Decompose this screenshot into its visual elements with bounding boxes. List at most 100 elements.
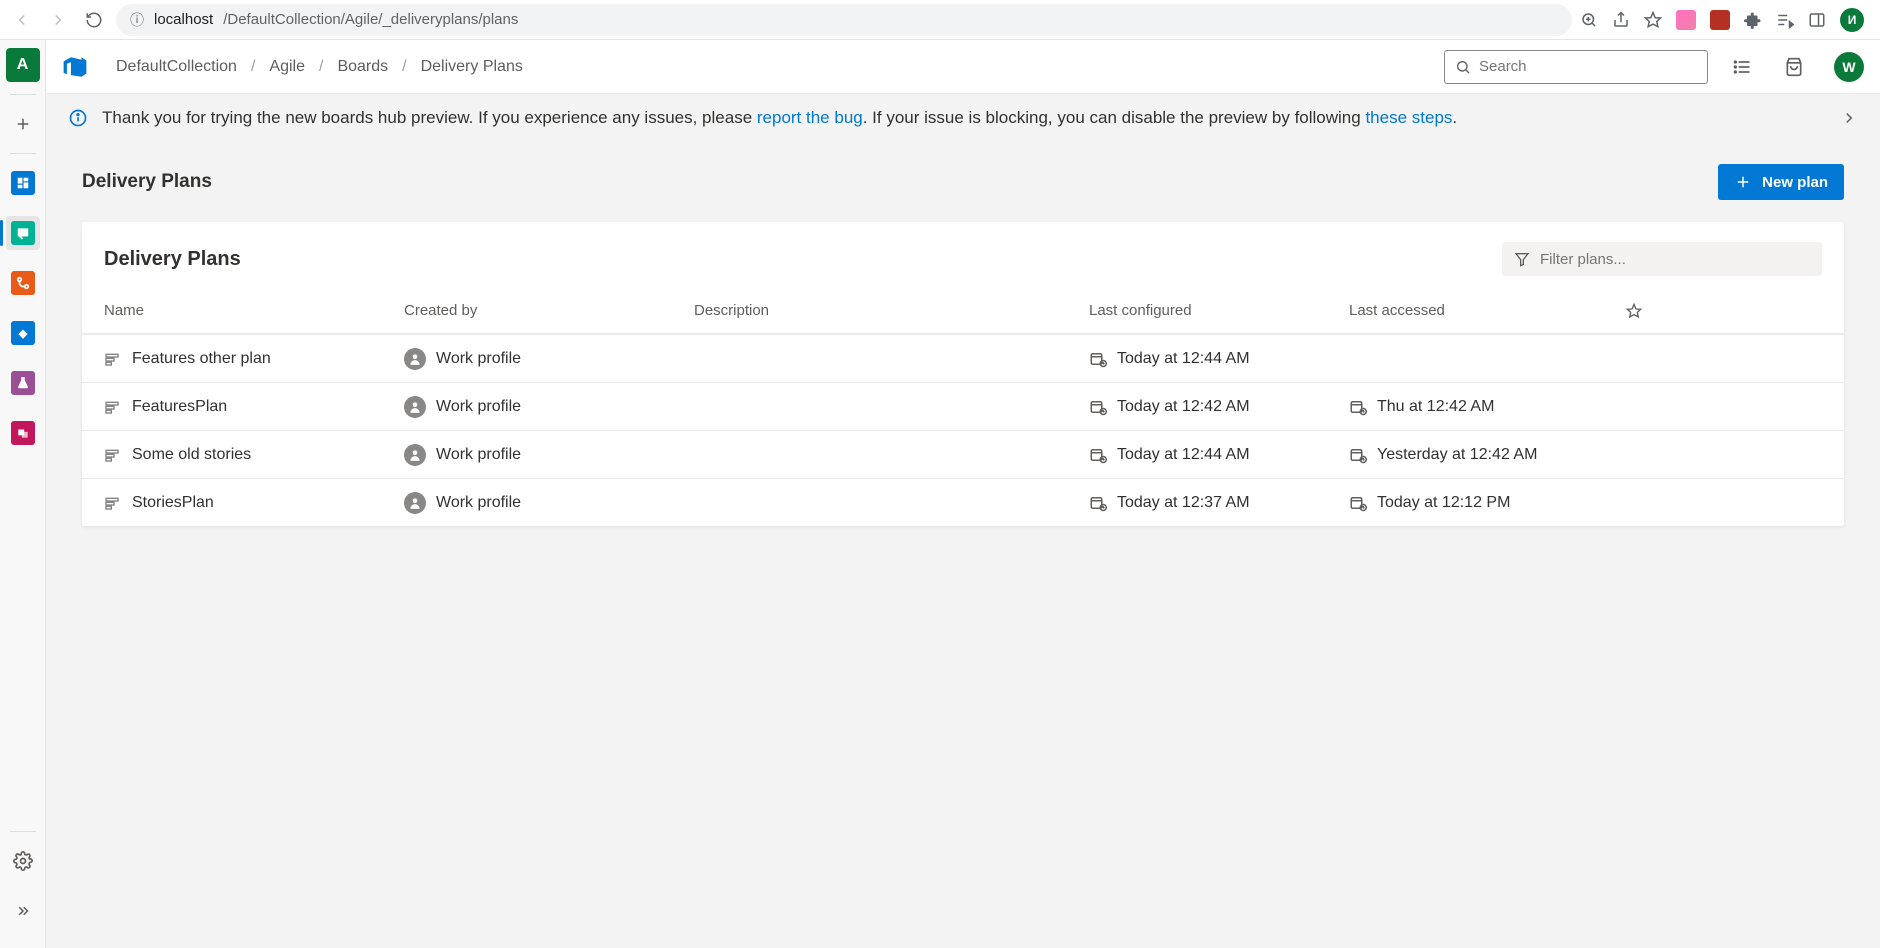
bookmark-star-icon[interactable] [1644,11,1662,29]
plan-icon [104,495,120,511]
plan-icon [104,447,120,463]
col-header-favorite[interactable] [1609,303,1659,319]
breadcrumb-separator: / [251,58,255,76]
plan-icon [104,351,120,367]
gear-icon [13,851,33,871]
reload-button[interactable] [80,6,108,34]
zoom-icon[interactable] [1580,11,1598,29]
sidebar-item-artifacts[interactable] [6,416,40,450]
table-header-row: Name Created by Description Last configu… [82,288,1844,334]
user-avatar[interactable]: W [1834,52,1864,82]
search-box[interactable] [1444,50,1708,84]
new-plan-label: New plan [1762,174,1828,191]
col-header-name[interactable]: Name [104,302,404,319]
these-steps-link[interactable]: these steps [1365,108,1452,127]
sidebar-item-repos[interactable] [6,266,40,300]
table-row[interactable]: FeaturesPlanWork profileToday at 12:42 A… [82,382,1844,430]
announcement-bar: Thank you for trying the new boards hub … [46,94,1880,142]
filter-icon [1514,251,1530,267]
table-row[interactable]: Features other planWork profileToday at … [82,334,1844,382]
col-header-description[interactable]: Description [694,302,1089,319]
person-avatar-icon [404,396,426,418]
sidebar-project-badge[interactable]: A [6,48,40,82]
pipelines-icon [16,326,30,340]
announcement-next-button[interactable] [1840,109,1858,127]
plans-card: Delivery Plans Name Created by Descripti… [82,222,1844,526]
plan-name: Some old stories [132,446,251,464]
breadcrumb-item[interactable]: Agile [269,58,305,76]
breadcrumb-item[interactable]: DefaultCollection [116,58,237,76]
person-avatar-icon [404,348,426,370]
calendar-icon [1349,494,1367,512]
address-bar[interactable]: ⓘ localhost/DefaultCollection/Agile/_del… [116,4,1572,36]
table-row[interactable]: StoriesPlanWork profileToday at 12:37 AM… [82,478,1844,526]
double-chevron-right-icon [14,902,32,920]
search-input[interactable] [1479,58,1697,75]
page-title: Delivery Plans [82,171,212,193]
flask-icon [16,376,30,390]
reload-icon [85,11,103,29]
header-list-button[interactable] [1724,49,1760,85]
calendar-icon [1089,494,1107,512]
playlist-icon[interactable] [1776,11,1794,29]
back-button[interactable] [8,6,36,34]
app-header: DefaultCollection / Agile / Boards / Del… [46,40,1880,94]
forward-button[interactable] [44,6,72,34]
artifacts-icon [16,426,30,440]
person-avatar-icon [404,444,426,466]
plan-name: FeaturesPlan [132,398,227,416]
sidebar-item-overview[interactable] [6,166,40,200]
created-by-value: Work profile [436,446,521,464]
col-header-lastaccessed[interactable]: Last accessed [1349,302,1609,319]
browser-profile-avatar[interactable]: И [1840,8,1864,32]
sidebar-item-testplans[interactable] [6,366,40,400]
repos-icon [16,276,30,290]
star-outline-icon [1626,303,1642,319]
col-header-createdby[interactable]: Created by [404,302,694,319]
url-path: /DefaultCollection/Agile/_deliveryplans/… [223,11,518,28]
site-info-icon[interactable]: ⓘ [130,10,144,30]
filter-input[interactable] [1540,251,1810,268]
created-by-value: Work profile [436,350,521,368]
azure-devops-logo-icon[interactable] [62,54,88,80]
last-accessed-value: Today at 12:12 PM [1377,494,1510,512]
sidebar-add-button[interactable] [6,107,40,141]
plan-name: StoriesPlan [132,494,214,512]
col-header-lastconfigured[interactable]: Last configured [1089,302,1349,319]
info-icon [68,108,88,128]
sidebar-item-pipelines[interactable] [6,316,40,350]
report-bug-link[interactable]: report the bug [757,108,863,127]
arrow-right-icon [49,11,67,29]
header-market-button[interactable] [1776,49,1812,85]
breadcrumb-separator: / [402,58,406,76]
last-accessed-value: Thu at 12:42 AM [1377,398,1494,416]
table-row[interactable]: Some old stories Work profile Today at 12:… [82,430,1844,478]
filter-box[interactable] [1502,242,1822,276]
calendar-icon [1089,446,1107,464]
last-accessed-value: Yesterday at 12:42 AM [1377,446,1537,464]
plus-icon [14,115,32,133]
breadcrumb-item[interactable]: Boards [337,58,388,76]
sidebar-expand-button[interactable] [6,894,40,928]
extension-icon-1[interactable] [1676,10,1696,30]
breadcrumb: DefaultCollection / Agile / Boards / Del… [116,58,523,76]
announcement-text: Thank you for trying the new boards hub … [102,108,1457,128]
calendar-icon [1349,446,1367,464]
dashboard-icon [16,176,30,190]
sidebar-item-boards[interactable] [6,216,40,250]
created-by-value: Work profile [436,494,521,512]
panel-toggle-icon[interactable] [1808,11,1826,29]
breadcrumb-separator: / [319,58,323,76]
extensions-icon[interactable] [1744,11,1762,29]
plan-icon [104,399,120,415]
extension-icon-2[interactable] [1710,10,1730,30]
chevron-right-icon [1840,109,1858,127]
person-avatar-icon [404,492,426,514]
calendar-icon [1349,398,1367,416]
sidebar-settings-button[interactable] [6,844,40,878]
new-plan-button[interactable]: New plan [1718,164,1844,200]
last-configured-value: Today at 12:44 AM [1117,446,1250,464]
left-sidebar: A [0,40,46,948]
share-icon[interactable] [1612,11,1630,29]
breadcrumb-item[interactable]: Delivery Plans [421,58,523,76]
